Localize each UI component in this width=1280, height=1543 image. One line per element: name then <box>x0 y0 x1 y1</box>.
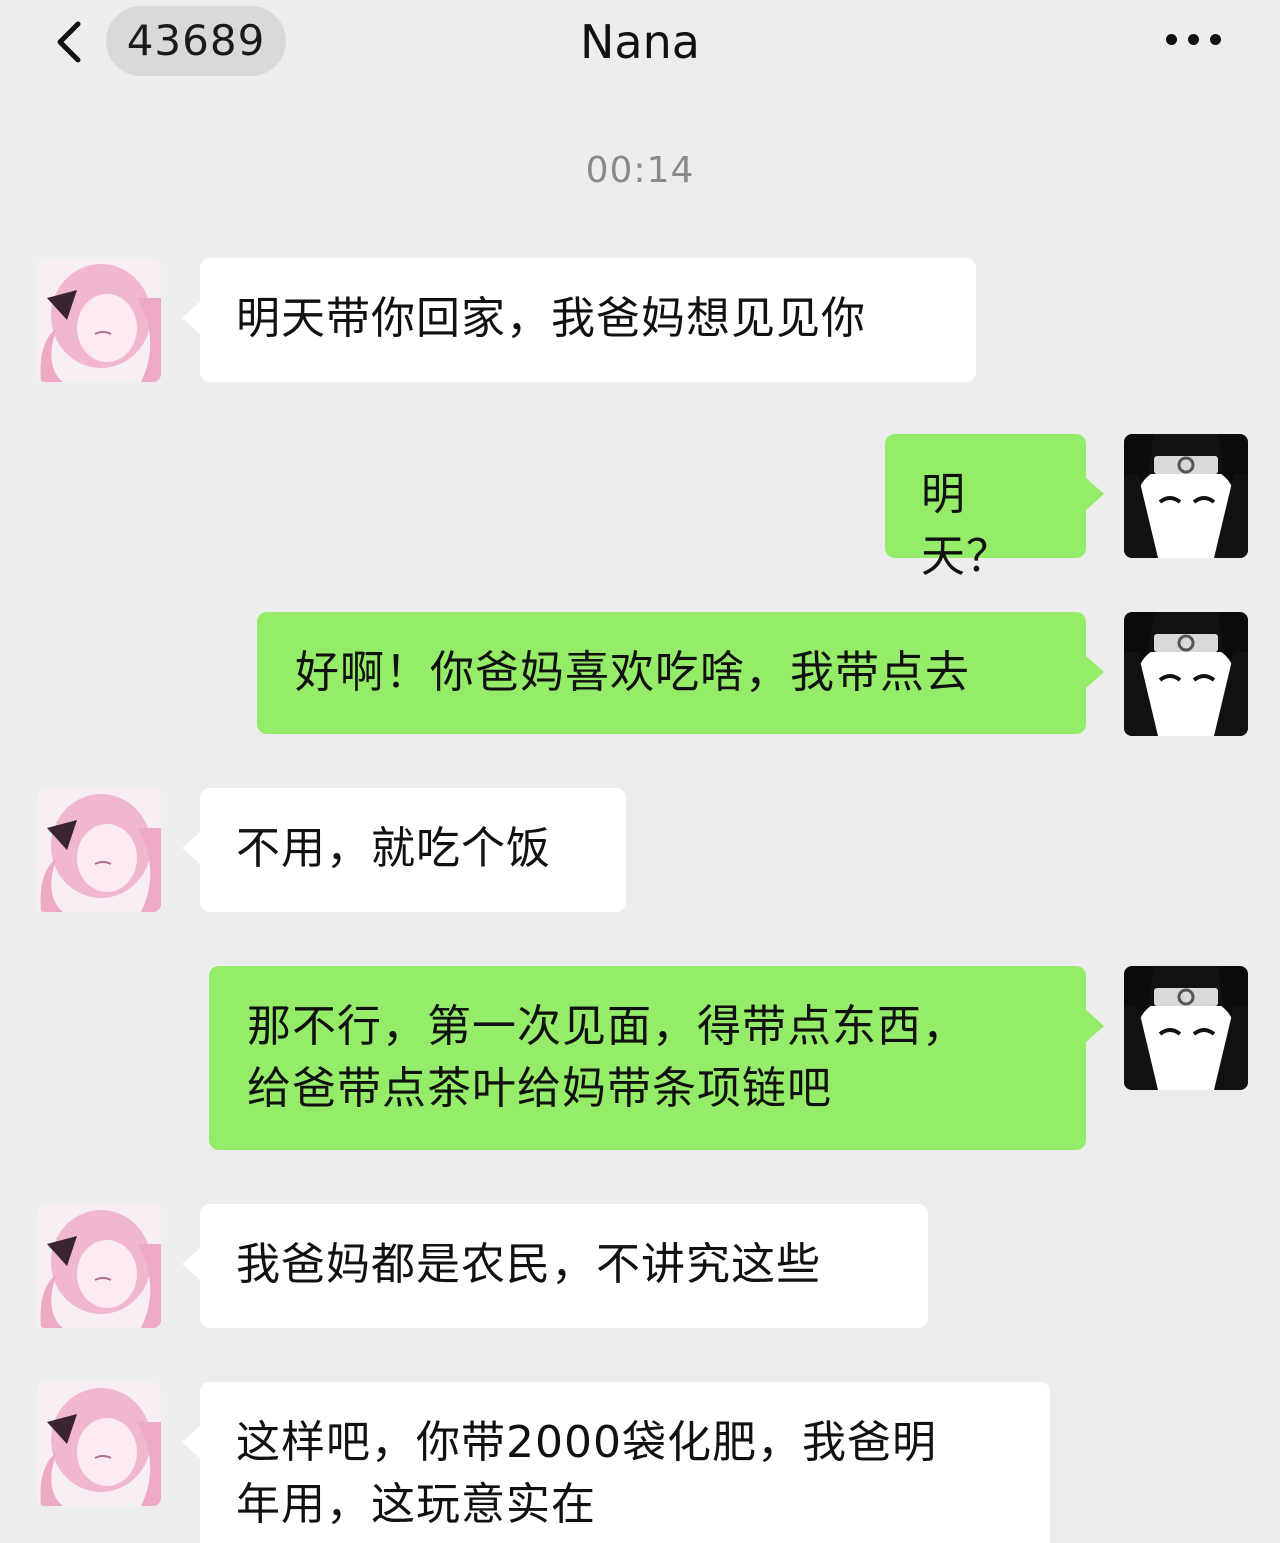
message-text-line-1: 那不行，第一次见面，得带点东西， <box>247 1001 967 1052</box>
anime-girl-avatar[interactable] <box>37 1382 161 1506</box>
chevron-left-icon[interactable] <box>50 20 90 64</box>
anime-girl-avatar[interactable] <box>37 258 161 382</box>
message-bubble-sent[interactable]: 好啊！你爸妈喜欢吃啥，我带点去 <box>257 612 1104 734</box>
chat-title: Nana <box>580 15 700 69</box>
message-text-line-1: 这样吧，你带2000袋化肥，我爸明 <box>236 1417 937 1468</box>
message-text: 好啊！你爸妈喜欢吃啥，我带点去 <box>295 647 970 698</box>
message-bubble-received[interactable]: 这样吧，你带2000袋化肥，我爸明 年用，这玩意实在 <box>182 1382 1050 1543</box>
more-dots-icon[interactable] <box>1166 30 1226 50</box>
message-bubble-sent[interactable]: 那不行，第一次见面，得带点东西， 给爸带点茶叶给妈带条项链吧 <box>209 966 1104 1150</box>
message-timestamp: 00:14 <box>585 150 695 191</box>
ninja-avatar[interactable] <box>1124 612 1248 736</box>
message-text: 明天带你回家，我爸妈想见见你 <box>236 293 866 344</box>
chat-header: 43689 Nana <box>0 0 1280 90</box>
message-bubble-received[interactable]: 不用，就吃个饭 <box>182 788 626 912</box>
message-bubble-sent[interactable]: 明天？ <box>885 434 1104 582</box>
anime-girl-avatar[interactable] <box>37 788 161 912</box>
message-text: 明天？ <box>921 469 1011 582</box>
ninja-avatar[interactable] <box>1124 434 1248 558</box>
message-bubble-received[interactable]: 明天带你回家，我爸妈想见见你 <box>182 258 976 382</box>
unread-count-badge[interactable]: 43689 <box>106 6 286 76</box>
anime-girl-avatar[interactable] <box>37 1204 161 1328</box>
message-text-line-2: 给爸带点茶叶给妈带条项链吧 <box>247 1063 832 1114</box>
message-text: 不用，就吃个饭 <box>236 823 551 874</box>
message-bubble-received[interactable]: 我爸妈都是农民，不讲究这些 <box>182 1204 928 1328</box>
message-text-line-2: 年用，这玩意实在 <box>236 1479 596 1530</box>
ninja-avatar[interactable] <box>1124 966 1248 1090</box>
message-text: 我爸妈都是农民，不讲究这些 <box>236 1239 821 1290</box>
